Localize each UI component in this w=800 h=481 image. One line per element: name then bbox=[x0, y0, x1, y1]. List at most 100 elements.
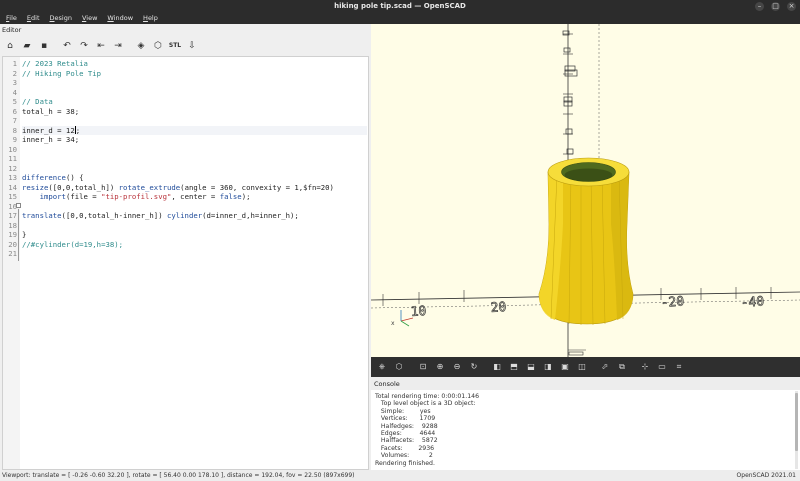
console-title: Console bbox=[371, 378, 800, 390]
open-icon[interactable]: ▰ bbox=[20, 39, 34, 53]
line-number: 5 bbox=[12, 97, 17, 106]
title-bar: hiking pole tip.scad — OpenSCAD – □ × bbox=[0, 0, 800, 13]
view-top-icon[interactable]: ⬒ bbox=[508, 360, 520, 373]
code-line[interactable]: // Data bbox=[22, 97, 53, 107]
viewport-canvas: 10 20 -20 -40 x bbox=[371, 24, 800, 357]
zoom-out-icon[interactable]: ⊖ bbox=[451, 360, 463, 373]
new-icon[interactable]: ⌂ bbox=[3, 39, 17, 53]
console-line: Rendering finished. bbox=[375, 459, 435, 467]
render-icon[interactable]: ⬡ bbox=[393, 360, 405, 373]
console-scrollbar[interactable] bbox=[794, 391, 799, 469]
version-label: OpenSCAD 2021.01 bbox=[736, 472, 796, 479]
line-number: 6 bbox=[12, 106, 17, 116]
console-line: Halfedges: 9288 bbox=[375, 422, 438, 430]
view-right-icon[interactable]: ◧ bbox=[491, 360, 503, 373]
close-button[interactable]: × bbox=[787, 2, 796, 11]
orthogonal-icon[interactable]: ⧉ bbox=[616, 360, 628, 373]
line-number: 10 bbox=[8, 144, 17, 154]
line-number: 7 bbox=[12, 116, 17, 125]
code-line[interactable]: translate([0,0,total_h-inner_h]) cylinde… bbox=[22, 211, 299, 221]
code-line[interactable]: difference() { bbox=[22, 173, 84, 183]
line-number: 19 bbox=[8, 230, 17, 239]
line-number: 8 bbox=[12, 125, 17, 135]
axis-gizmo-x-label: x bbox=[391, 320, 395, 327]
code-line[interactable]: resize([0,0,total_h]) rotate_extrude(ang… bbox=[22, 183, 334, 193]
line-number: 17 bbox=[8, 211, 17, 220]
menu-bar: File Edit Design View Window Help bbox=[0, 13, 800, 24]
line-number: 21 bbox=[8, 249, 17, 258]
code-line[interactable]: inner_h = 34; bbox=[22, 135, 79, 145]
code-line[interactable]: } bbox=[22, 230, 26, 240]
undo-icon[interactable]: ↶ bbox=[60, 39, 74, 53]
menu-edit[interactable]: Edit bbox=[27, 13, 40, 24]
view-back-icon[interactable]: ◫ bbox=[576, 360, 588, 373]
line-number: 18 bbox=[8, 220, 17, 230]
show-edges-icon[interactable]: ▭ bbox=[656, 360, 668, 373]
line-number: 13 bbox=[8, 173, 17, 182]
code-line[interactable]: //#cylinder(d=19,h=38); bbox=[22, 240, 123, 250]
pole-tip-model bbox=[538, 157, 634, 326]
redo-icon[interactable]: ↷ bbox=[77, 39, 91, 53]
send-to-printer-icon[interactable]: ⇩ bbox=[185, 39, 199, 53]
line-number: 2 bbox=[12, 68, 17, 78]
show-axes-icon[interactable]: ⊹ bbox=[639, 360, 651, 373]
line-number: 16 bbox=[8, 201, 17, 211]
editor-toolbar: ⌂ ▰ ▪ ↶ ↷ ⇤ ⇥ ◈ ⬡ STL ⇩ bbox=[0, 36, 371, 56]
code-line[interactable]: total_h = 38; bbox=[22, 107, 79, 117]
code-editor[interactable]: 1 // 2023 Retalia 2 // Hiking Pole Tip 3 4 5 //… bbox=[2, 56, 369, 470]
line-number: 9 bbox=[12, 135, 17, 144]
zoom-in-icon[interactable]: ⊕ bbox=[434, 360, 446, 373]
view-bottom-icon[interactable]: ⬓ bbox=[525, 360, 537, 373]
perspective-icon[interactable]: ⬀ bbox=[599, 360, 611, 373]
preview-icon[interactable]: ◈ bbox=[134, 39, 148, 53]
show-crosshair-icon[interactable]: ⌗ bbox=[673, 360, 685, 373]
openscad-window: hiking pole tip.scad — OpenSCAD – □ × Fi… bbox=[0, 0, 800, 481]
console-line: Facets: 2936 bbox=[375, 444, 435, 452]
line-number: 3 bbox=[12, 78, 17, 87]
view-left-icon[interactable]: ◨ bbox=[542, 360, 554, 373]
viewport-toolbar: ⎈ ⬡ ⊡ ⊕ ⊖ ↻ ◧ ⬒ ⬓ ◨ ▣ ◫ ⬀ ⧉ ⊹ ▭ ⌗ bbox=[371, 357, 800, 377]
window-title: hiking pole tip.scad — OpenSCAD bbox=[334, 2, 466, 10]
console-line: Vertices: 1709 bbox=[375, 415, 436, 423]
code-line[interactable]: import(file = "tip-profil.svg", center =… bbox=[22, 192, 251, 202]
status-bar: Viewport: translate = [ -0.26 -0.60 32.2… bbox=[0, 470, 800, 481]
minimize-button[interactable]: – bbox=[755, 2, 764, 11]
3d-viewport[interactable]: 10 20 -20 -40 x bbox=[371, 24, 800, 357]
line-number: 1 bbox=[12, 59, 17, 68]
line-number: 11 bbox=[8, 154, 17, 163]
code-line[interactable]: // Hiking Pole Tip bbox=[22, 69, 101, 79]
axis-label-10: 10 bbox=[410, 304, 427, 320]
reset-view-icon[interactable]: ↻ bbox=[468, 360, 480, 373]
line-number: 15 bbox=[8, 192, 17, 201]
code-line[interactable]: inner_d = 12; bbox=[22, 125, 367, 135]
console-line: Top level object is a 3D object: bbox=[375, 400, 476, 408]
preview-icon[interactable]: ⎈ bbox=[376, 360, 388, 373]
menu-file[interactable]: File bbox=[6, 13, 17, 24]
code-line[interactable]: // 2023 Retalia bbox=[22, 59, 88, 69]
menu-help[interactable]: Help bbox=[143, 13, 158, 24]
console-line: Total rendering time: 0:00:01.146 bbox=[375, 393, 480, 400]
fold-line bbox=[18, 209, 19, 261]
z-axis-labels bbox=[562, 30, 578, 155]
console-output[interactable]: Total rendering time: 0:00:01.146 Top le… bbox=[371, 390, 800, 470]
unindent-icon[interactable]: ⇤ bbox=[94, 39, 108, 53]
line-number: 14 bbox=[8, 182, 17, 192]
viewport-status: Viewport: translate = [ -0.26 -0.60 32.2… bbox=[2, 472, 355, 479]
console-line: Simple: yes bbox=[375, 407, 431, 415]
axis-label-neg20: -20 bbox=[660, 294, 684, 311]
menu-view[interactable]: View bbox=[82, 13, 97, 24]
render-icon[interactable]: ⬡ bbox=[151, 39, 165, 53]
indent-icon[interactable]: ⇥ bbox=[111, 39, 125, 53]
export-stl-icon[interactable]: STL bbox=[168, 39, 182, 53]
save-icon[interactable]: ▪ bbox=[37, 39, 51, 53]
menu-design[interactable]: Design bbox=[50, 13, 72, 24]
menu-window[interactable]: Window bbox=[107, 13, 133, 24]
line-number: 20 bbox=[8, 239, 17, 249]
axis-label-neg40: -40 bbox=[740, 294, 764, 311]
console-line: Volumes: 2 bbox=[375, 452, 433, 460]
axis-gizmo: x bbox=[391, 310, 414, 327]
maximize-button[interactable]: □ bbox=[771, 2, 780, 11]
console-line: Halffacets: 5872 bbox=[375, 437, 438, 445]
view-front-icon[interactable]: ▣ bbox=[559, 360, 571, 373]
zoom-all-icon[interactable]: ⊡ bbox=[417, 360, 429, 373]
